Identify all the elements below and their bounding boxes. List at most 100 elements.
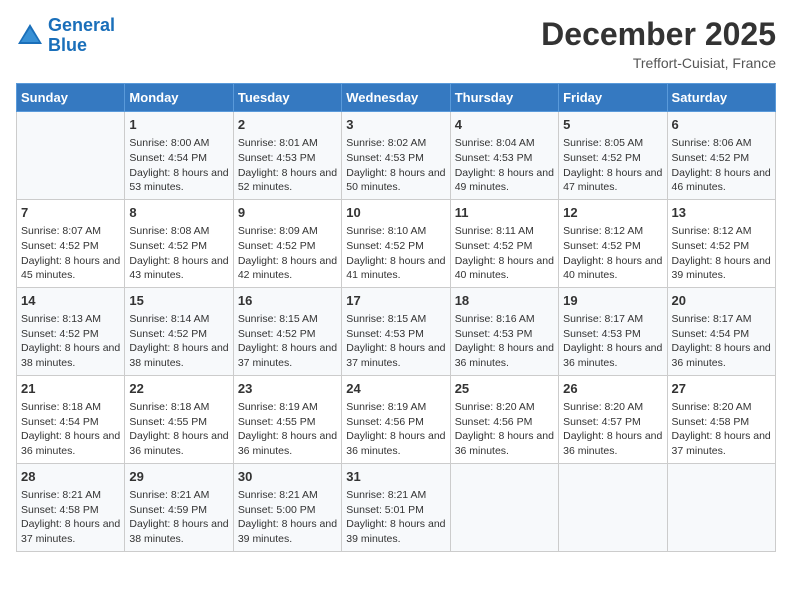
- day-number: 17: [346, 292, 445, 310]
- day-number: 28: [21, 468, 120, 486]
- calendar-day-cell: 16 Sunrise: 8:15 AMSunset: 4:52 PMDayligh…: [233, 287, 341, 375]
- calendar-day-cell: 20Sunrise: 8:17 AMSunset: 4:54 PMDayligh…: [667, 287, 775, 375]
- calendar-day-cell: 15Sunrise: 8:14 AMSunset: 4:52 PMDayligh…: [125, 287, 233, 375]
- day-info: Sunrise: 8:18 AMSunset: 4:54 PMDaylight:…: [21, 400, 120, 459]
- day-info: Sunrise: 8:05 AMSunset: 4:52 PMDaylight:…: [563, 136, 662, 195]
- day-info: Sunrise: 8:20 AMSunset: 4:58 PMDaylight:…: [672, 400, 771, 459]
- day-info: Sunrise: 8:20 AMSunset: 4:57 PMDaylight:…: [563, 400, 662, 459]
- calendar-day-cell: 10 Sunrise: 8:10 AMSunset: 4:52 PMDayligh…: [342, 199, 450, 287]
- calendar-day-cell: 11 Sunrise: 8:11 AMSunset: 4:52 PMDayligh…: [450, 199, 558, 287]
- calendar-day-cell: 4Sunrise: 8:04 AMSunset: 4:53 PMDaylight…: [450, 112, 558, 200]
- day-number: 21: [21, 380, 120, 398]
- day-info: Sunrise: 8:14 AMSunset: 4:52 PMDaylight:…: [129, 312, 228, 371]
- day-number: 26: [563, 380, 662, 398]
- day-number: 29: [129, 468, 228, 486]
- calendar-day-cell: 26 Sunrise: 8:20 AMSunset: 4:57 PMDayligh…: [559, 375, 667, 463]
- day-info: Sunrise: 8:21 AMSunset: 5:01 PMDaylight:…: [346, 488, 445, 547]
- day-info: Sunrise: 8:09 AMSunset: 4:52 PMDaylight:…: [238, 224, 337, 283]
- calendar-week-row: 21 Sunrise: 8:18 AMSunset: 4:54 PMDayligh…: [17, 375, 776, 463]
- day-info: Sunrise: 8:15 AMSunset: 4:53 PMDaylight:…: [346, 312, 445, 371]
- calendar-day-cell: 24 Sunrise: 8:19 AMSunset: 4:56 PMDayligh…: [342, 375, 450, 463]
- day-info: Sunrise: 8:00 AMSunset: 4:54 PMDaylight:…: [129, 136, 228, 195]
- calendar-day-cell: 17 Sunrise: 8:15 AMSunset: 4:53 PMDayligh…: [342, 287, 450, 375]
- calendar-day-cell: [667, 463, 775, 551]
- logo-line2: Blue: [48, 35, 87, 55]
- calendar-day-cell: 14 Sunrise: 8:13 AMSunset: 4:52 PMDayligh…: [17, 287, 125, 375]
- day-info: Sunrise: 8:21 AMSunset: 5:00 PMDaylight:…: [238, 488, 337, 547]
- day-info: Sunrise: 8:19 AMSunset: 4:56 PMDaylight:…: [346, 400, 445, 459]
- day-number: 5: [563, 116, 662, 134]
- day-number: 11: [455, 204, 554, 222]
- calendar-day-cell: 18Sunrise: 8:16 AMSunset: 4:53 PMDayligh…: [450, 287, 558, 375]
- day-number: 19: [563, 292, 662, 310]
- day-number: 16: [238, 292, 337, 310]
- calendar-day-cell: 29Sunrise: 8:21 AMSunset: 4:59 PMDayligh…: [125, 463, 233, 551]
- day-number: 10: [346, 204, 445, 222]
- day-info: Sunrise: 8:13 AMSunset: 4:52 PMDaylight:…: [21, 312, 120, 371]
- calendar-day-cell: [17, 112, 125, 200]
- weekday-header-cell: Thursday: [450, 84, 558, 112]
- calendar-day-cell: 8Sunrise: 8:08 AMSunset: 4:52 PMDaylight…: [125, 199, 233, 287]
- day-number: 7: [21, 204, 120, 222]
- calendar-day-cell: 2 Sunrise: 8:01 AMSunset: 4:53 PMDaylight…: [233, 112, 341, 200]
- day-number: 12: [563, 204, 662, 222]
- calendar-day-cell: 1 Sunrise: 8:00 AMSunset: 4:54 PMDaylight…: [125, 112, 233, 200]
- day-info: Sunrise: 8:01 AMSunset: 4:53 PMDaylight:…: [238, 136, 337, 195]
- day-info: Sunrise: 8:02 AMSunset: 4:53 PMDaylight:…: [346, 136, 445, 195]
- weekday-header-cell: Friday: [559, 84, 667, 112]
- day-number: 24: [346, 380, 445, 398]
- month-title: December 2025: [541, 16, 776, 53]
- day-info: Sunrise: 8:21 AMSunset: 4:58 PMDaylight:…: [21, 488, 120, 547]
- calendar-day-cell: 7Sunrise: 8:07 AMSunset: 4:52 PMDaylight…: [17, 199, 125, 287]
- day-info: Sunrise: 8:12 AMSunset: 4:52 PMDaylight:…: [672, 224, 771, 283]
- day-info: Sunrise: 8:04 AMSunset: 4:53 PMDaylight:…: [455, 136, 554, 195]
- location-subtitle: Treffort-Cuisiat, France: [541, 55, 776, 71]
- calendar-day-cell: 9 Sunrise: 8:09 AMSunset: 4:52 PMDaylight…: [233, 199, 341, 287]
- calendar-day-cell: 6Sunrise: 8:06 AMSunset: 4:52 PMDaylight…: [667, 112, 775, 200]
- day-info: Sunrise: 8:18 AMSunset: 4:55 PMDaylight:…: [129, 400, 228, 459]
- calendar-day-cell: 28 Sunrise: 8:21 AMSunset: 4:58 PMDayligh…: [17, 463, 125, 551]
- calendar-week-row: 28 Sunrise: 8:21 AMSunset: 4:58 PMDayligh…: [17, 463, 776, 551]
- day-number: 1: [129, 116, 228, 134]
- calendar-day-cell: 22 Sunrise: 8:18 AMSunset: 4:55 PMDayligh…: [125, 375, 233, 463]
- logo: General Blue: [16, 16, 115, 56]
- calendar-day-cell: 23Sunrise: 8:19 AMSunset: 4:55 PMDayligh…: [233, 375, 341, 463]
- day-number: 30: [238, 468, 337, 486]
- logo-icon: [16, 22, 44, 50]
- day-number: 27: [672, 380, 771, 398]
- day-number: 6: [672, 116, 771, 134]
- calendar-day-cell: 27 Sunrise: 8:20 AMSunset: 4:58 PMDayligh…: [667, 375, 775, 463]
- day-number: 23: [238, 380, 337, 398]
- calendar-day-cell: 25Sunrise: 8:20 AMSunset: 4:56 PMDayligh…: [450, 375, 558, 463]
- day-info: Sunrise: 8:10 AMSunset: 4:52 PMDaylight:…: [346, 224, 445, 283]
- day-number: 18: [455, 292, 554, 310]
- day-info: Sunrise: 8:08 AMSunset: 4:52 PMDaylight:…: [129, 224, 228, 283]
- calendar-day-cell: 13Sunrise: 8:12 AMSunset: 4:52 PMDayligh…: [667, 199, 775, 287]
- calendar-day-cell: 3 Sunrise: 8:02 AMSunset: 4:53 PMDaylight…: [342, 112, 450, 200]
- day-number: 9: [238, 204, 337, 222]
- day-number: 2: [238, 116, 337, 134]
- calendar-day-cell: 5 Sunrise: 8:05 AMSunset: 4:52 PMDaylight…: [559, 112, 667, 200]
- calendar-day-cell: 19 Sunrise: 8:17 AMSunset: 4:53 PMDayligh…: [559, 287, 667, 375]
- weekday-header-cell: Tuesday: [233, 84, 341, 112]
- day-number: 20: [672, 292, 771, 310]
- page-header: General Blue December 2025 Treffort-Cuis…: [16, 16, 776, 71]
- logo-line1: General: [48, 15, 115, 35]
- day-number: 22: [129, 380, 228, 398]
- day-info: Sunrise: 8:11 AMSunset: 4:52 PMDaylight:…: [455, 224, 554, 283]
- day-number: 31: [346, 468, 445, 486]
- day-info: Sunrise: 8:15 AMSunset: 4:52 PMDaylight:…: [238, 312, 337, 371]
- weekday-header-cell: Wednesday: [342, 84, 450, 112]
- day-number: 25: [455, 380, 554, 398]
- calendar-day-cell: 21 Sunrise: 8:18 AMSunset: 4:54 PMDayligh…: [17, 375, 125, 463]
- calendar-week-row: 14 Sunrise: 8:13 AMSunset: 4:52 PMDayligh…: [17, 287, 776, 375]
- calendar-day-cell: 12 Sunrise: 8:12 AMSunset: 4:52 PMDayligh…: [559, 199, 667, 287]
- day-number: 14: [21, 292, 120, 310]
- day-number: 3: [346, 116, 445, 134]
- calendar-table: SundayMondayTuesdayWednesdayThursdayFrid…: [16, 83, 776, 552]
- calendar-body: 1 Sunrise: 8:00 AMSunset: 4:54 PMDaylight…: [17, 112, 776, 552]
- calendar-day-cell: [559, 463, 667, 551]
- day-info: Sunrise: 8:12 AMSunset: 4:52 PMDaylight:…: [563, 224, 662, 283]
- weekday-header-cell: Saturday: [667, 84, 775, 112]
- day-info: Sunrise: 8:17 AMSunset: 4:53 PMDaylight:…: [563, 312, 662, 371]
